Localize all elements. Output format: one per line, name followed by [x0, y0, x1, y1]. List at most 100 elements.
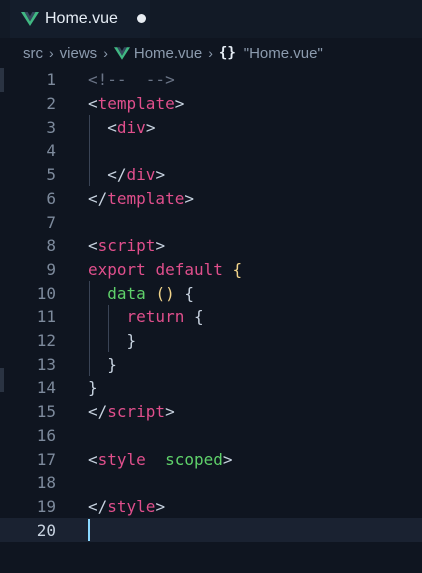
code-token: >	[184, 188, 194, 208]
code-token: <	[88, 236, 98, 256]
unsaved-dot-icon[interactable]	[137, 14, 146, 23]
code-token: >	[155, 165, 166, 185]
code-line[interactable]: 2 <template>	[0, 92, 422, 116]
line-number: 10	[36, 283, 56, 303]
code-line[interactable]: 20	[0, 518, 422, 542]
vue-icon	[21, 12, 39, 26]
chevron-right-icon: ›	[103, 45, 108, 61]
code-token: export	[88, 259, 146, 279]
line-content: </template>	[88, 189, 194, 208]
code-token: template	[107, 188, 185, 208]
line-number: 8	[46, 236, 56, 256]
code-token: {	[184, 283, 194, 303]
code-token: <	[88, 449, 98, 469]
code-line[interactable]: 3 <div>	[0, 115, 422, 139]
code-line[interactable]: 18	[0, 471, 422, 495]
line-number: 5	[46, 165, 56, 185]
line-number: 12	[36, 331, 56, 351]
indent-guide	[89, 115, 90, 187]
line-content: </div>	[88, 165, 165, 184]
line-content: return {	[88, 307, 204, 326]
line-content: </script>	[88, 402, 175, 421]
line-number: 9	[46, 259, 56, 279]
code-line[interactable]: 1 <!-- -->	[0, 68, 422, 92]
tab-label: Home.vue	[45, 10, 118, 27]
line-number: 13	[36, 354, 56, 374]
code-token: style	[97, 449, 146, 469]
code-area[interactable]: 1 <!-- --> 2 <template> 3 <div> 4 5 </div> 6 </t…	[0, 68, 422, 573]
code-token: {	[184, 307, 204, 327]
code-line[interactable]: 4	[0, 139, 422, 163]
code-token: }	[88, 354, 117, 374]
line-content: <style scoped>	[88, 450, 233, 469]
code-token: </	[88, 165, 127, 185]
breadcrumb-item-views[interactable]: views	[60, 45, 98, 62]
line-content: }	[88, 331, 137, 351]
code-line[interactable]: 7	[0, 210, 422, 234]
code-token: ()	[155, 283, 175, 303]
chevron-right-icon: ›	[208, 45, 213, 61]
code-token: {	[232, 259, 243, 279]
code-line[interactable]: 9 export default {	[0, 258, 422, 282]
code-token: </	[88, 496, 108, 516]
breadcrumb-item-file[interactable]: Home.vue	[134, 45, 202, 62]
code-token: }	[88, 331, 137, 351]
line-number: 7	[46, 212, 56, 232]
code-line[interactable]: 19 </style>	[0, 495, 422, 519]
code-line[interactable]: 17 <style scoped>	[0, 447, 422, 471]
code-line[interactable]: 12 }	[0, 329, 422, 353]
code-line[interactable]: 8 <script>	[0, 234, 422, 258]
line-content: export default {	[88, 260, 242, 279]
line-number: 3	[46, 117, 56, 137]
tab-strip: Home.vue	[0, 0, 422, 38]
code-line[interactable]: 11 return {	[0, 305, 422, 329]
indent-guide	[108, 305, 109, 353]
code-token: data	[107, 283, 146, 303]
code-line[interactable]: 16	[0, 424, 422, 448]
code-editor: Home.vue src › views › Home.vue › {} "Ho…	[0, 0, 422, 573]
breadcrumb-symbol[interactable]: "Home.vue"	[244, 45, 323, 62]
line-number: 2	[46, 94, 56, 114]
breadcrumb-item-src[interactable]: src	[23, 45, 43, 62]
line-content: <script>	[88, 236, 165, 255]
code-token: >	[174, 94, 185, 114]
code-token: template	[97, 94, 175, 114]
code-token: }	[88, 378, 98, 398]
code-token: scoped	[165, 449, 223, 469]
line-number: 14	[36, 378, 56, 398]
line-number: 1	[46, 70, 56, 90]
code-token: script	[107, 402, 166, 422]
line-number: 18	[36, 473, 56, 493]
code-token: return	[126, 307, 185, 327]
code-token: <	[88, 94, 98, 114]
tab-home-vue[interactable]: Home.vue	[10, 0, 150, 38]
code-line[interactable]: 5 </div>	[0, 163, 422, 187]
line-number: 6	[46, 188, 56, 208]
code-line[interactable]: 6 </template>	[0, 187, 422, 211]
code-line[interactable]: 15 </script>	[0, 400, 422, 424]
code-token: </	[88, 402, 108, 422]
text-cursor	[88, 519, 90, 542]
line-content: <div>	[88, 118, 155, 137]
code-token: div	[126, 165, 156, 185]
code-token: style	[107, 496, 156, 516]
code-token: >	[155, 496, 166, 516]
code-token: >	[222, 449, 233, 469]
code-line[interactable]: 10 data () {	[0, 281, 422, 305]
line-number: 20	[36, 520, 56, 540]
line-content: </style>	[88, 497, 165, 516]
code-token: <!-- -->	[88, 70, 175, 90]
code-line[interactable]: 13 }	[0, 352, 422, 376]
braces-icon: {}	[218, 45, 236, 61]
line-number: 17	[36, 449, 56, 469]
code-token: >	[165, 402, 175, 422]
line-content: data () {	[88, 284, 194, 303]
breadcrumb: src › views › Home.vue › {} "Home.vue"	[0, 38, 422, 68]
code-token: div	[116, 117, 146, 137]
code-line[interactable]: 14}	[0, 376, 422, 400]
line-content: }	[88, 378, 98, 397]
